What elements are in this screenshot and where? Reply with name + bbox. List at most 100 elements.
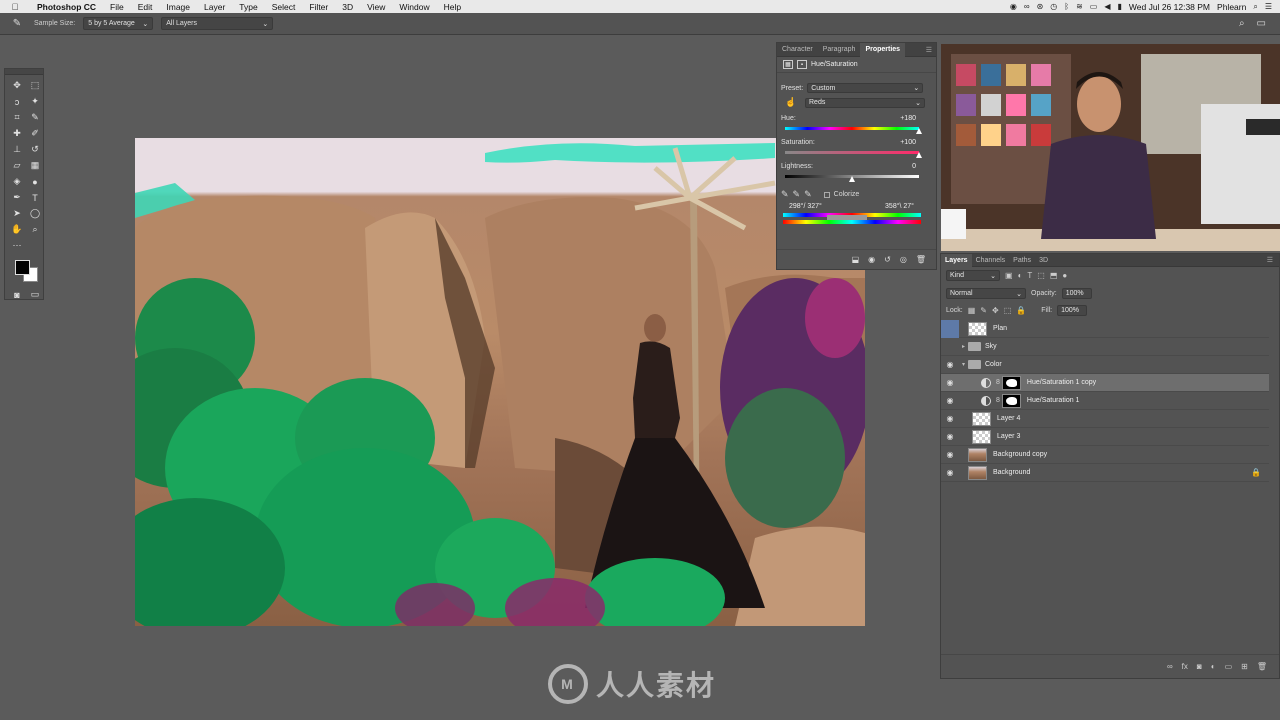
toggle-visibility-icon[interactable]: ◎: [900, 255, 907, 264]
lightness-slider[interactable]: [785, 175, 919, 182]
lock-artboard-icon[interactable]: ⬚: [1004, 306, 1012, 315]
sync-icon[interactable]: ⊛: [1037, 2, 1044, 11]
type-tool-icon[interactable]: T: [27, 190, 43, 205]
panel-menu-icon[interactable]: ☰: [926, 46, 936, 54]
visibility-toggle[interactable]: [941, 319, 959, 338]
record-icon[interactable]: ◉: [1010, 2, 1017, 11]
workspace-icon[interactable]: ▭: [1257, 18, 1266, 29]
filter-kind-select[interactable]: Kind ⌄: [946, 270, 1000, 281]
lightness-slider-thumb[interactable]: [849, 176, 855, 182]
layer-mask-thumbnail[interactable]: [1001, 393, 1021, 408]
magic-wand-tool-icon[interactable]: ✦: [27, 94, 43, 109]
add-mask-icon[interactable]: ◙: [1197, 662, 1202, 671]
hand-tool-icon[interactable]: ✋: [9, 222, 25, 237]
layer-row-plan[interactable]: Plan: [941, 319, 1269, 338]
battery-icon[interactable]: ▮: [1118, 2, 1122, 11]
eyedropper-tool-icon[interactable]: ✎: [27, 110, 43, 125]
eye-icon[interactable]: ◉: [941, 468, 959, 477]
layer-row-background[interactable]: ◉ Background 🔒: [941, 464, 1269, 482]
reset-icon[interactable]: ↺: [884, 255, 891, 264]
document-canvas[interactable]: [135, 138, 865, 626]
apple-icon[interactable]: : [0, 2, 30, 12]
screen-mode-icon[interactable]: ▭: [27, 287, 43, 302]
lasso-tool-icon[interactable]: ↄ: [9, 94, 25, 109]
eye-icon[interactable]: ◉: [941, 360, 959, 369]
chevron-right-icon[interactable]: ▸: [959, 343, 968, 350]
layer-row-huesat[interactable]: ◉ 8 Hue/Saturation 1: [941, 392, 1269, 410]
clip-to-layer-icon[interactable]: ⬓: [852, 255, 860, 264]
search-icon[interactable]: ⌕: [1239, 18, 1245, 29]
adjustment-filter-icon[interactable]: ◐: [1018, 271, 1023, 280]
lock-transparent-icon[interactable]: ▦: [968, 306, 976, 315]
eye-icon[interactable]: ◉: [941, 450, 959, 459]
eye-icon[interactable]: ◉: [941, 432, 959, 441]
hue-value[interactable]: +180: [900, 115, 916, 122]
preset-select[interactable]: Custom ⌄: [807, 83, 924, 93]
tab-3d[interactable]: 3D: [1035, 254, 1052, 267]
eye-icon[interactable]: ◉: [941, 414, 959, 423]
link-layers-icon[interactable]: ∞: [1167, 662, 1173, 671]
eye-icon[interactable]: ◉: [941, 396, 959, 405]
blend-mode-select[interactable]: Normal ⌄: [946, 288, 1026, 299]
new-layer-icon[interactable]: ⊞: [1241, 662, 1248, 671]
lock-position-icon[interactable]: ✥: [992, 306, 999, 315]
menu-edit[interactable]: Edit: [131, 2, 160, 12]
eyedropper-tool-icon[interactable]: ✎: [8, 16, 26, 32]
fill-field[interactable]: 100%: [1057, 305, 1088, 316]
crop-tool-icon[interactable]: ⌗: [9, 110, 25, 125]
mask-icon[interactable]: ▪: [797, 60, 807, 69]
layer-row-color[interactable]: ◉ ▾ Color: [941, 356, 1269, 374]
user-name[interactable]: Phlearn: [1217, 2, 1246, 12]
shape-filter-icon[interactable]: ⬚: [1037, 271, 1045, 280]
blur-tool-icon[interactable]: ◈: [9, 174, 25, 189]
pen-tool-icon[interactable]: ✒: [9, 190, 25, 205]
lightness-value[interactable]: 0: [912, 163, 916, 170]
app-menu[interactable]: Photoshop CC: [30, 2, 103, 12]
ellipse-tool-icon[interactable]: ◯: [27, 206, 43, 221]
menu-window[interactable]: Window: [392, 2, 436, 12]
menu-layer[interactable]: Layer: [197, 2, 232, 12]
delete-icon[interactable]: 🗑: [916, 255, 926, 264]
tab-paragraph[interactable]: Paragraph: [818, 43, 861, 57]
tab-channels[interactable]: Channels: [972, 254, 1010, 267]
link-icon[interactable]: 8: [996, 379, 1000, 386]
zoom-tool-icon[interactable]: ⌕: [27, 222, 43, 237]
sample-layers-select[interactable]: All Layers ⌄: [161, 17, 274, 30]
more-tools-icon[interactable]: ⋯: [9, 238, 25, 253]
menu-file[interactable]: File: [103, 2, 131, 12]
layer-row-layer3[interactable]: ◉ Layer 3: [941, 428, 1269, 446]
eraser-tool-icon[interactable]: ▱: [9, 158, 25, 173]
hue-slider-thumb[interactable]: [916, 128, 922, 134]
channel-select[interactable]: Reds ⌄: [805, 97, 925, 108]
move-tool-icon[interactable]: ✥: [9, 78, 25, 93]
tab-properties[interactable]: Properties: [860, 42, 906, 57]
smart-object-filter-icon[interactable]: ⬒: [1050, 271, 1058, 280]
targeted-adjustment-icon[interactable]: ☝: [781, 97, 801, 108]
gradient-tool-icon[interactable]: ▦: [27, 158, 43, 173]
saturation-slider-thumb[interactable]: [916, 152, 922, 158]
adjustment-icon[interactable]: ▦: [783, 60, 793, 69]
lock-image-icon[interactable]: ✎: [980, 306, 987, 315]
layer-row-sky[interactable]: ▸ Sky: [941, 338, 1269, 356]
menu-view[interactable]: View: [360, 2, 392, 12]
eyedropper-plus-icon[interactable]: ✎: [793, 189, 801, 200]
quick-mask-icon[interactable]: ◙: [9, 287, 25, 302]
tab-layers[interactable]: Layers: [941, 253, 972, 267]
clock[interactable]: Wed Jul 26 12:38 PM: [1129, 2, 1210, 12]
color-swatches[interactable]: [9, 258, 39, 282]
foreground-color[interactable]: [15, 260, 30, 275]
new-adjustment-icon[interactable]: ◐: [1211, 662, 1216, 671]
tab-character[interactable]: Character: [777, 43, 818, 57]
fx-icon[interactable]: fx: [1182, 662, 1188, 671]
bluetooth-icon[interactable]: ᛒ: [1064, 2, 1069, 11]
layer-row-background-copy[interactable]: ◉ Background copy: [941, 446, 1269, 464]
opacity-field[interactable]: 100%: [1061, 288, 1092, 299]
menu-help[interactable]: Help: [437, 2, 468, 12]
saturation-value[interactable]: +100: [900, 139, 916, 146]
wifi-icon[interactable]: ≋: [1076, 2, 1083, 11]
pixel-filter-icon[interactable]: ▣: [1005, 271, 1013, 280]
menu-filter[interactable]: Filter: [302, 2, 335, 12]
tab-paths[interactable]: Paths: [1009, 254, 1035, 267]
trash-icon[interactable]: 🗑: [1257, 662, 1267, 671]
lock-all-icon[interactable]: 🔒: [1016, 306, 1026, 315]
